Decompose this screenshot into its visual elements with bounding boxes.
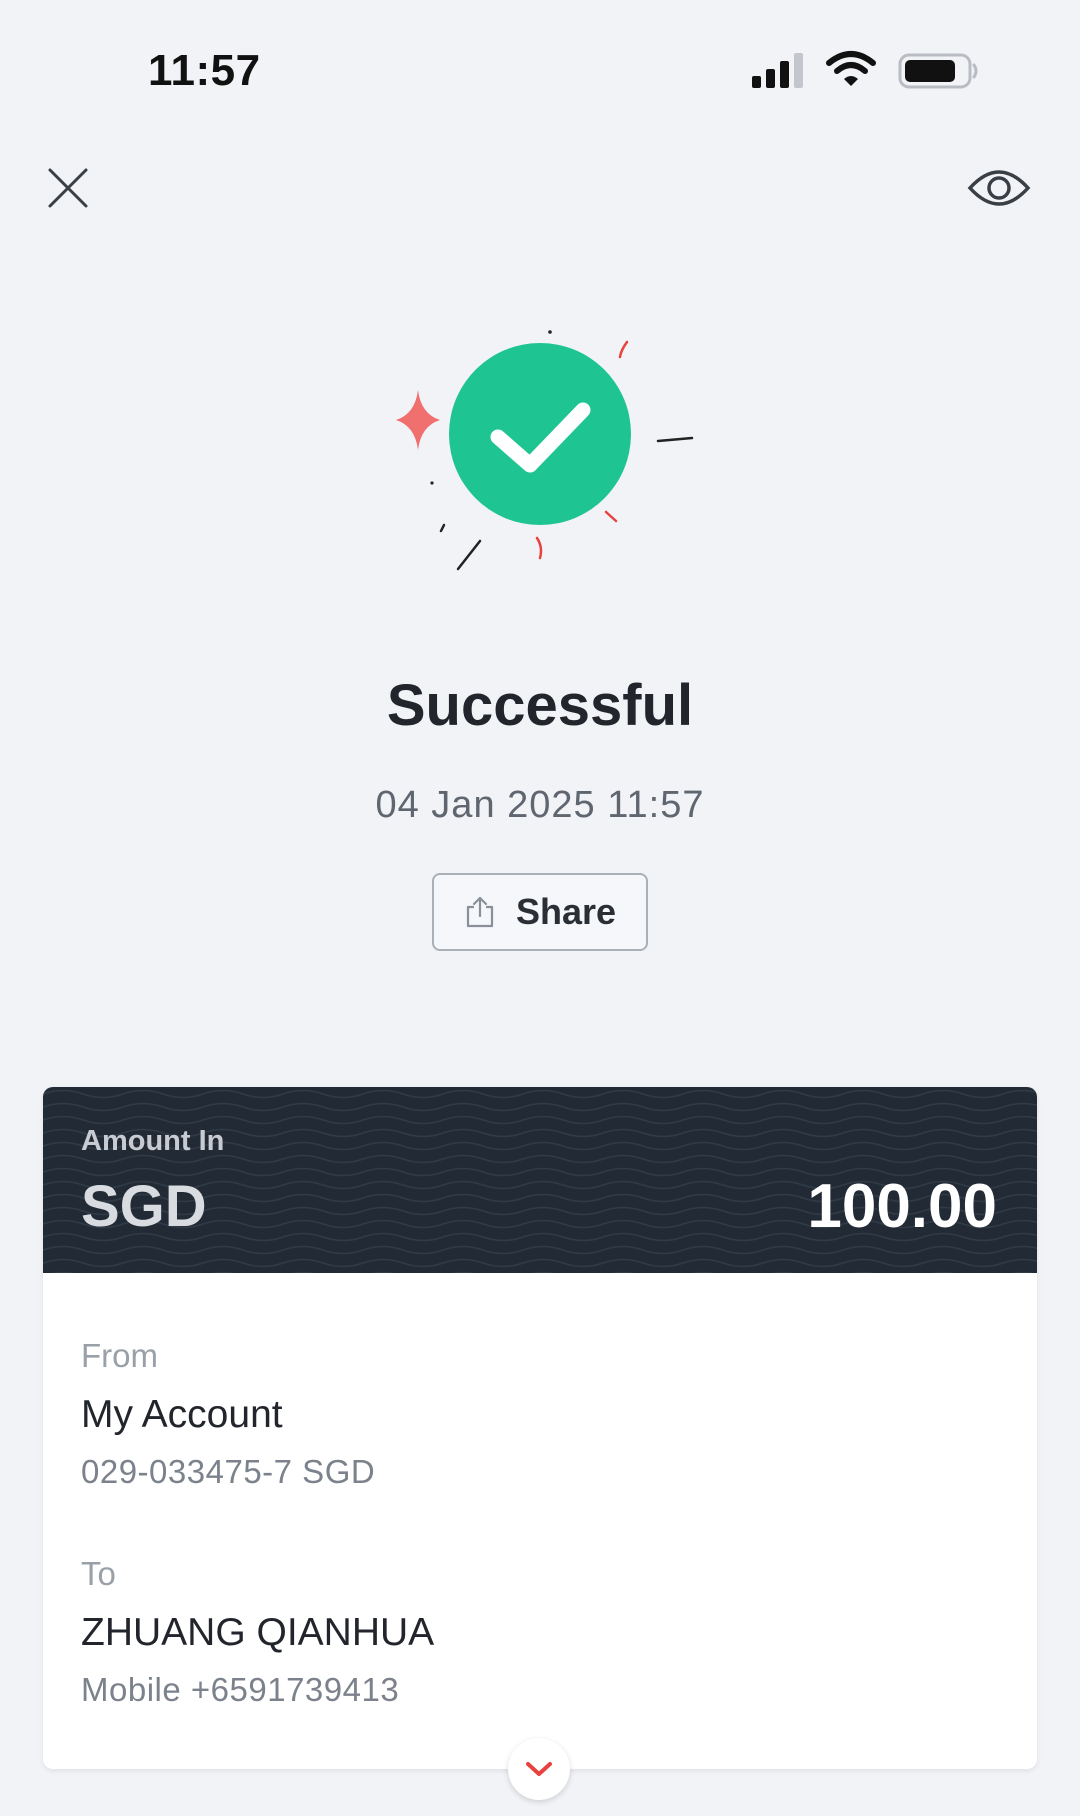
success-illustration: [380, 320, 710, 580]
status-bar: 11:57: [0, 0, 1080, 140]
transaction-timestamp: 04 Jan 2025 11:57: [375, 784, 705, 826]
status-icons: [750, 50, 990, 98]
cellular-signal-icon: [752, 53, 803, 88]
check-circle-icon: [396, 330, 694, 571]
expand-details-button[interactable]: [508, 1738, 570, 1800]
from-account-number: 029-033475-7 SGD: [81, 1453, 376, 1490]
wifi-icon: [826, 51, 876, 86]
share-icon: [466, 896, 494, 928]
transaction-details-card: Amount In SGD 100.00 From My Account 029…: [43, 1087, 1037, 1769]
eye-icon: [967, 170, 1031, 206]
close-icon: [48, 168, 88, 208]
amount-value: 100.00: [807, 1172, 997, 1241]
status-time: 11:57: [148, 46, 261, 95]
from-account-name: My Account: [81, 1393, 283, 1436]
share-label: Share: [515, 891, 617, 932]
amount-header: Amount In SGD 100.00: [43, 1087, 1037, 1273]
battery-icon: [898, 53, 978, 89]
chevron-down-icon: [526, 1762, 552, 1776]
status-title: Successful: [386, 673, 694, 738]
to-label: To: [81, 1555, 116, 1592]
amount-currency: SGD: [81, 1174, 207, 1239]
share-button[interactable]: Share: [432, 873, 648, 951]
recipient-name: ZHUANG QIANHUA: [81, 1611, 435, 1654]
toggle-visibility-button[interactable]: [966, 162, 1032, 214]
from-label: From: [81, 1337, 158, 1374]
close-button[interactable]: [40, 160, 96, 216]
recipient-mobile: Mobile +6591739413: [81, 1671, 400, 1708]
amount-label: Amount In: [81, 1125, 225, 1157]
